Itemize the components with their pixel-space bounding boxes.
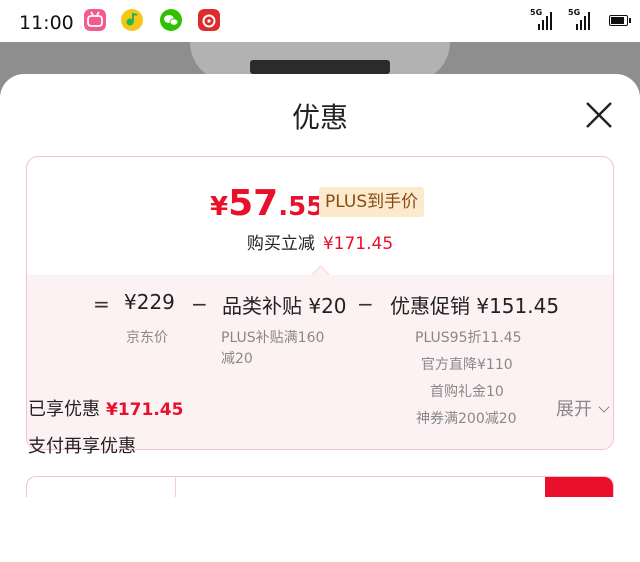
savings-line: 购买立减 ¥171.45 bbox=[27, 229, 613, 254]
category-subsidy: 品类补贴 ¥20 bbox=[222, 294, 347, 318]
expand-button[interactable]: 展开 bbox=[556, 395, 610, 421]
plus-price-badge: PLUS到手价 bbox=[319, 187, 425, 217]
bilibili-icon bbox=[84, 9, 106, 31]
status-time: 11:00 bbox=[19, 12, 74, 34]
minus-sign: − bbox=[191, 292, 208, 316]
pay-more-heading: 支付再享优惠 bbox=[28, 436, 136, 457]
netease-music-icon bbox=[198, 9, 220, 31]
qq-music-icon bbox=[121, 9, 143, 31]
savings-amount: ¥171.45 bbox=[322, 234, 394, 254]
breakdown-section: = ¥229 京东价 − 品类补贴 ¥20 PLUS补贴满160 减20 − 优… bbox=[27, 265, 613, 449]
close-icon[interactable] bbox=[580, 96, 618, 134]
sheet-title: 优惠 bbox=[291, 101, 348, 134]
enjoyed-label: 已享优惠 bbox=[28, 399, 100, 420]
battery-icon bbox=[609, 15, 631, 26]
savings-label: 购买立减 bbox=[246, 234, 315, 254]
equals-sign: = bbox=[93, 292, 110, 316]
promo-detail: 官方直降¥110 bbox=[421, 357, 513, 373]
enjoyed-discount: 已享优惠 ¥171.45 bbox=[28, 395, 183, 421]
chevron-down-icon bbox=[598, 401, 610, 413]
enjoyed-amount: ¥171.45 bbox=[106, 400, 184, 420]
base-price-label: 京东价 bbox=[126, 330, 168, 346]
category-detail: PLUS补贴满160 bbox=[221, 330, 325, 346]
final-price: ¥57.55 bbox=[210, 183, 325, 224]
payment-action-button[interactable] bbox=[545, 477, 613, 497]
minus-sign: − bbox=[357, 292, 374, 316]
category-detail: 减20 bbox=[221, 351, 253, 367]
promo-detail: PLUS95折11.45 bbox=[415, 330, 522, 346]
payment-option-row[interactable] bbox=[26, 476, 614, 497]
signal-5g-icon: 5G bbox=[568, 8, 594, 32]
signal-5g-icon: 5G bbox=[530, 8, 556, 32]
wechat-icon bbox=[160, 9, 182, 31]
promo-detail: 首购礼金10 bbox=[430, 384, 504, 400]
base-price: ¥229 bbox=[124, 290, 175, 314]
promo-total: 优惠促销 ¥151.45 bbox=[390, 294, 560, 318]
promo-detail: 神券满200减20 bbox=[416, 411, 517, 427]
status-bar: 11:00 5G 5G bbox=[0, 0, 640, 42]
